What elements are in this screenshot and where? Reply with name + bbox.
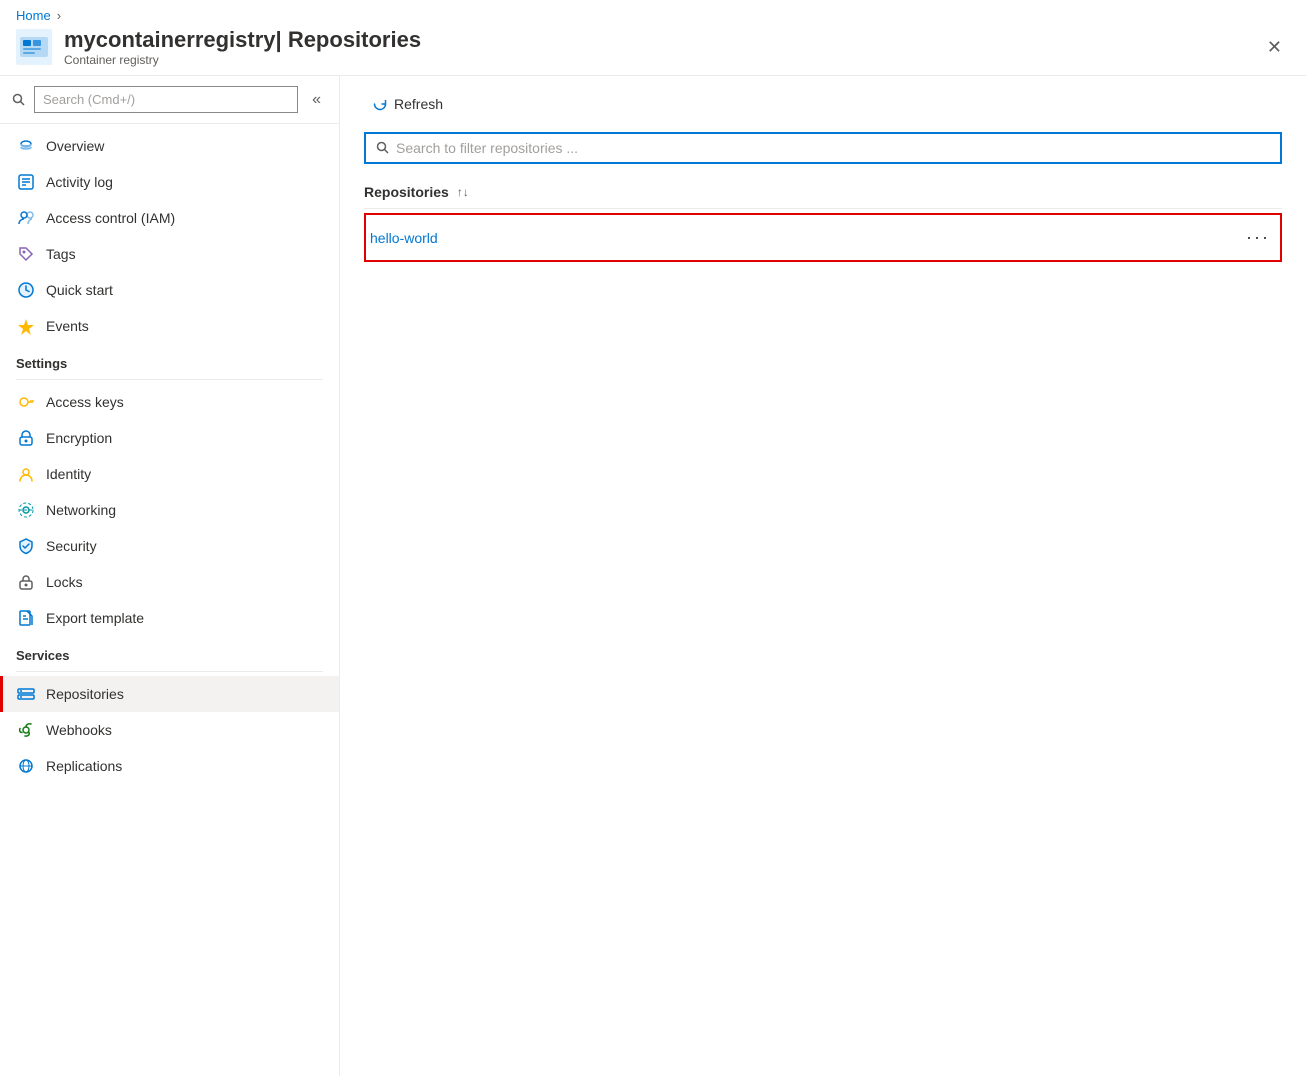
events-icon <box>16 316 36 336</box>
sidebar-item-access-keys-label: Access keys <box>46 394 124 410</box>
title-row: mycontainerregistry| Repositories Contai… <box>16 27 1290 75</box>
sidebar-item-networking-label: Networking <box>46 502 116 518</box>
activity-log-icon <box>16 172 36 192</box>
refresh-label: Refresh <box>394 96 443 112</box>
sidebar-item-tags-label: Tags <box>46 246 76 262</box>
search-icon <box>12 93 26 107</box>
sidebar-search-input[interactable] <box>34 86 298 113</box>
services-divider <box>16 671 323 672</box>
title-separator: | <box>276 27 282 52</box>
sidebar-item-webhooks-label: Webhooks <box>46 722 112 738</box>
sidebar-item-replications-label: Replications <box>46 758 122 774</box>
access-control-icon <box>16 208 36 228</box>
sidebar-item-access-control-label: Access control (IAM) <box>46 210 175 226</box>
toolbar: Refresh <box>364 92 1282 116</box>
sidebar-item-repositories[interactable]: Repositories <box>0 676 339 712</box>
locks-icon <box>16 572 36 592</box>
sidebar-item-access-keys[interactable]: Access keys <box>0 384 339 420</box>
sidebar-item-webhooks[interactable]: Webhooks <box>0 712 339 748</box>
sidebar-item-repositories-label: Repositories <box>46 686 124 702</box>
main-layout: « Overview Activity log <box>0 76 1306 1076</box>
sidebar-item-security[interactable]: Security <box>0 528 339 564</box>
sidebar-item-replications[interactable]: Replications <box>0 748 339 784</box>
sidebar-item-identity-label: Identity <box>46 466 91 482</box>
breadcrumb: Home › <box>16 8 1290 23</box>
sort-icons[interactable]: ↑↓ <box>457 185 469 199</box>
encryption-icon <box>16 428 36 448</box>
replications-icon <box>16 756 36 776</box>
sidebar-item-activity-log-label: Activity log <box>46 174 113 190</box>
registry-icon <box>16 29 52 65</box>
security-icon <box>16 536 36 556</box>
sidebar-item-security-label: Security <box>46 538 97 554</box>
repository-link[interactable]: hello-world <box>370 230 438 246</box>
close-button[interactable]: ✕ <box>1259 33 1290 62</box>
filter-search-icon <box>376 141 390 155</box>
settings-section-header: Settings <box>0 344 339 375</box>
sidebar-search-box: « <box>0 76 339 124</box>
title-text-group: mycontainerregistry| Repositories Contai… <box>64 27 421 67</box>
sidebar-item-tags[interactable]: Tags <box>0 236 339 272</box>
sidebar-item-overview[interactable]: Overview <box>0 128 339 164</box>
services-section-header: Services <box>0 636 339 667</box>
nav-list: Overview Activity log Access control (IA… <box>0 124 339 788</box>
identity-icon <box>16 464 36 484</box>
breadcrumb-home[interactable]: Home <box>16 8 51 23</box>
networking-icon <box>16 500 36 520</box>
settings-divider <box>16 379 323 380</box>
sidebar-item-networking[interactable]: Networking <box>0 492 339 528</box>
registry-name: mycontainerregistry <box>64 27 276 52</box>
repositories-header: Repositories ↑↓ <box>364 176 1282 209</box>
repositories-icon <box>16 684 36 704</box>
app-container: Home › mycontainerregistry| Repositories <box>0 0 1306 1076</box>
main-content: Refresh Repositories ↑↓ hello-world <box>340 76 1306 1076</box>
sidebar-item-identity[interactable]: Identity <box>0 456 339 492</box>
access-keys-icon <box>16 392 36 412</box>
sidebar-item-export-template[interactable]: Export template <box>0 600 339 636</box>
title-left: mycontainerregistry| Repositories Contai… <box>16 27 421 67</box>
refresh-button[interactable]: Refresh <box>364 92 451 116</box>
tags-icon <box>16 244 36 264</box>
breadcrumb-separator: › <box>57 8 61 23</box>
page-title: mycontainerregistry| Repositories <box>64 27 421 53</box>
repository-list: hello-world ··· <box>364 213 1282 262</box>
sidebar-item-quick-start-label: Quick start <box>46 282 113 298</box>
sidebar-item-activity-log[interactable]: Activity log <box>0 164 339 200</box>
sidebar: « Overview Activity log <box>0 76 340 1076</box>
page-subtitle: Container registry <box>64 53 421 67</box>
sidebar-item-encryption-label: Encryption <box>46 430 112 446</box>
overview-icon <box>16 136 36 156</box>
sidebar-item-events-label: Events <box>46 318 89 334</box>
sidebar-item-export-template-label: Export template <box>46 610 144 626</box>
refresh-icon <box>372 96 388 112</box>
filter-search-input[interactable] <box>396 140 1270 156</box>
filter-search-box <box>364 132 1282 164</box>
sidebar-item-encryption[interactable]: Encryption <box>0 420 339 456</box>
collapse-button[interactable]: « <box>306 89 327 111</box>
repositories-column-label: Repositories <box>364 184 449 200</box>
sidebar-item-quick-start[interactable]: Quick start <box>0 272 339 308</box>
quick-start-icon <box>16 280 36 300</box>
more-options-button[interactable]: ··· <box>1240 225 1276 250</box>
export-template-icon <box>16 608 36 628</box>
header: Home › mycontainerregistry| Repositories <box>0 0 1306 76</box>
page-name: Repositories <box>288 27 421 52</box>
webhooks-icon <box>16 720 36 740</box>
repository-item: hello-world ··· <box>364 213 1282 262</box>
sidebar-item-events[interactable]: Events <box>0 308 339 344</box>
sidebar-item-overview-label: Overview <box>46 138 104 154</box>
sidebar-item-locks-label: Locks <box>46 574 83 590</box>
sidebar-item-locks[interactable]: Locks <box>0 564 339 600</box>
sidebar-item-access-control[interactable]: Access control (IAM) <box>0 200 339 236</box>
